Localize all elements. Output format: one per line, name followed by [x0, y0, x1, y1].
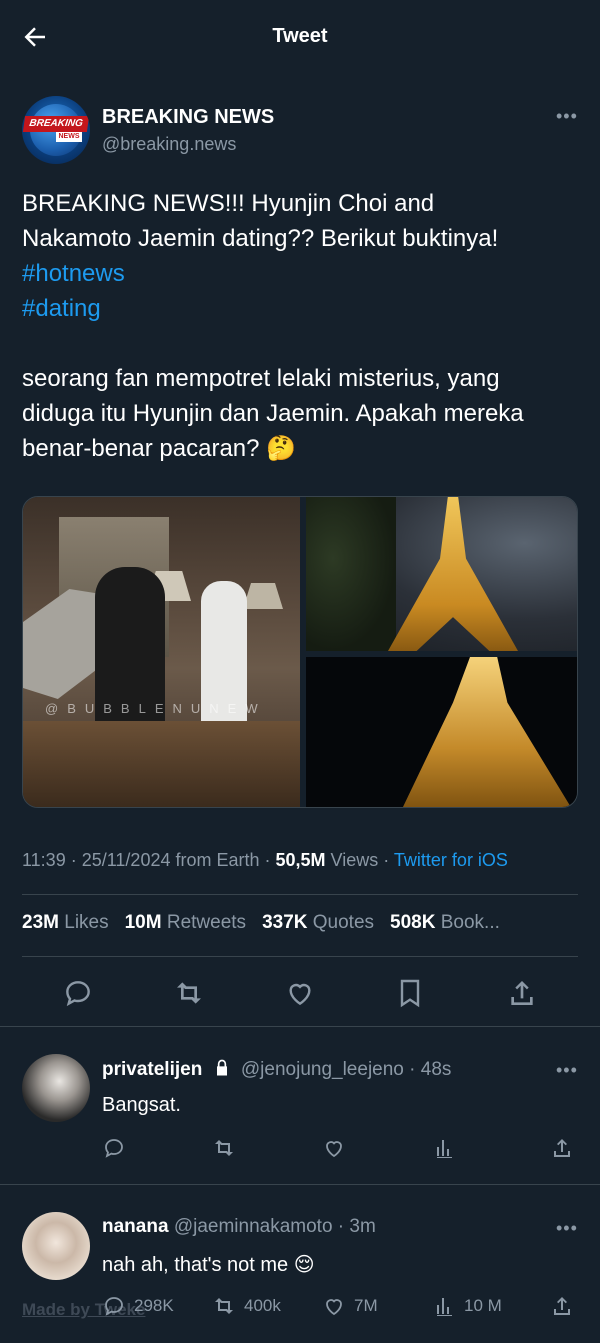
stat-label: Retweets — [166, 912, 247, 933]
share-button[interactable] — [550, 1136, 574, 1160]
tweet-line: Nakamoto Jaemin dating?? Berikut buktiny… — [22, 225, 499, 252]
reply-author-handle: @jaeminnakamoto · 3m — [173, 1216, 376, 1237]
like-count: 7M — [354, 1296, 378, 1315]
hashtag-link[interactable]: #dating — [22, 291, 578, 326]
client-link[interactable]: Twitter for iOS — [394, 850, 508, 870]
quotes-stat[interactable]: 337K Quotes — [262, 912, 374, 933]
stat-label: Likes — [64, 912, 109, 933]
tweet-meta: 11:39 · 25/11/2024 from Earth · 50,5M Vi… — [22, 850, 508, 870]
reply-author[interactable]: privatelijen @jenojung_leejeno · 48s — [102, 1058, 451, 1081]
media-photo-eiffel-top[interactable] — [306, 497, 577, 651]
stat-count: 23M — [22, 912, 59, 933]
hashtag-link[interactable]: #hotnews — [22, 256, 578, 291]
reply-icon[interactable] — [62, 977, 94, 1009]
retweets-stat[interactable]: 10M Retweets — [125, 912, 246, 933]
reply-author-handle: @jenojung_leejeno · 48s — [240, 1059, 452, 1080]
stat-count: 10M — [124, 912, 162, 933]
stat-label: Quotes — [312, 912, 375, 933]
engagement-stats: 23M Likes 10M Retweets 337K Quotes 508K Boo… — [22, 912, 516, 934]
tweet-body: BREAKING NEWS!!! Hyunjin Choi and Nakamo… — [22, 186, 578, 466]
divider — [0, 1026, 600, 1027]
tweet-time: 11:39 — [22, 850, 66, 870]
tweet-date: 25/11/2024 from Earth — [81, 850, 260, 870]
share-button[interactable] — [550, 1294, 574, 1318]
reply-text: nah ah, that's not me 😌 — [102, 1254, 315, 1276]
avatar-logo-text: BREAKING — [22, 116, 90, 132]
view-count: 10 M — [464, 1296, 502, 1315]
photo-detail — [23, 721, 300, 807]
tweet-line: benar-benar pacaran? 🤔 — [22, 435, 297, 462]
author-avatar[interactable]: BREAKING NEWS — [22, 96, 90, 164]
retweet-button[interactable] — [212, 1136, 244, 1160]
made-by-watermark: Made by Tweke — [22, 1300, 146, 1319]
views-count: 50,5M — [275, 850, 326, 870]
reply-item[interactable]: privatelijen @jenojung_leejeno · 48s •••… — [22, 1054, 578, 1164]
reply-icon — [105, 1139, 123, 1158]
media-photo-eiffel-bottom[interactable] — [306, 657, 577, 807]
photo-detail — [243, 583, 283, 609]
more-options-icon[interactable]: ••• — [556, 1060, 578, 1081]
reply-button[interactable] — [102, 1136, 134, 1160]
tweet-actions — [0, 972, 600, 1014]
like-button[interactable] — [322, 1136, 354, 1160]
tweet-line: BREAKING NEWS!!! Hyunjin Choi and — [22, 190, 435, 217]
tweet-line: seorang fan mempotret lelaki misterius, … — [22, 365, 500, 392]
top-bar: Tweet — [0, 0, 600, 72]
photo-detail — [402, 657, 572, 807]
author-handle[interactable]: @breaking.news — [102, 134, 236, 155]
avatar-logo-subtext: NEWS — [56, 132, 82, 142]
reply-text: Bangsat. — [102, 1094, 181, 1116]
back-arrow-icon[interactable] — [20, 22, 50, 52]
retweet-button[interactable]: 400k — [212, 1294, 281, 1318]
retweet-icon — [215, 1298, 233, 1314]
like-button[interactable]: 7M — [322, 1294, 378, 1318]
views-icon — [437, 1298, 452, 1316]
stat-count: 508K — [390, 912, 436, 933]
retweet-count: 400k — [244, 1296, 281, 1315]
more-options-icon[interactable]: ••• — [556, 106, 578, 127]
bookmark-icon[interactable] — [394, 977, 426, 1009]
retweet-icon — [215, 1140, 233, 1156]
stat-count: 337K — [262, 912, 308, 933]
like-icon — [326, 1141, 342, 1158]
divider — [0, 1184, 600, 1185]
reply-author-name: nanana — [102, 1216, 169, 1237]
media-grid: @BUBBLENUNEW — [22, 496, 578, 808]
media-photo-lobby[interactable]: @BUBBLENUNEW — [23, 497, 300, 807]
photo-detail — [388, 497, 518, 651]
photo-detail — [306, 497, 396, 651]
likes-stat[interactable]: 23M Likes — [22, 912, 109, 933]
divider — [22, 956, 578, 957]
like-icon — [326, 1299, 342, 1316]
views-button[interactable] — [432, 1136, 464, 1160]
share-icon — [554, 1297, 570, 1315]
share-icon[interactable] — [506, 977, 538, 1009]
reply-actions: 298K 400k 7M 10 M — [102, 1294, 578, 1324]
tweet-author: BREAKING NEWS BREAKING NEWS @breaking.ne… — [22, 96, 578, 164]
author-name[interactable]: BREAKING NEWS — [102, 106, 274, 129]
photo-watermark: @BUBBLENUNEW — [45, 701, 267, 716]
reply-author[interactable]: nanana @jaeminnakamoto · 3m — [102, 1216, 376, 1238]
tweet-line: diduga itu Hyunjin dan Jaemin. Apakah me… — [22, 400, 524, 427]
stat-label: Book... — [440, 912, 500, 933]
share-icon — [554, 1139, 570, 1157]
views-icon — [437, 1140, 452, 1158]
more-options-icon[interactable]: ••• — [556, 1218, 578, 1239]
lock-icon — [216, 1059, 227, 1076]
avatar[interactable] — [22, 1054, 90, 1122]
views-button[interactable]: 10 M — [432, 1294, 502, 1318]
bookmarks-stat[interactable]: 508K Book... — [390, 912, 500, 933]
like-icon[interactable] — [284, 977, 316, 1009]
retweet-icon[interactable] — [173, 977, 205, 1009]
avatar[interactable] — [22, 1212, 90, 1280]
page-title: Tweet — [272, 24, 328, 47]
divider — [22, 894, 578, 895]
views-label: Views — [330, 850, 379, 870]
reply-actions — [102, 1136, 578, 1166]
reply-author-name: privatelijen — [102, 1059, 203, 1080]
